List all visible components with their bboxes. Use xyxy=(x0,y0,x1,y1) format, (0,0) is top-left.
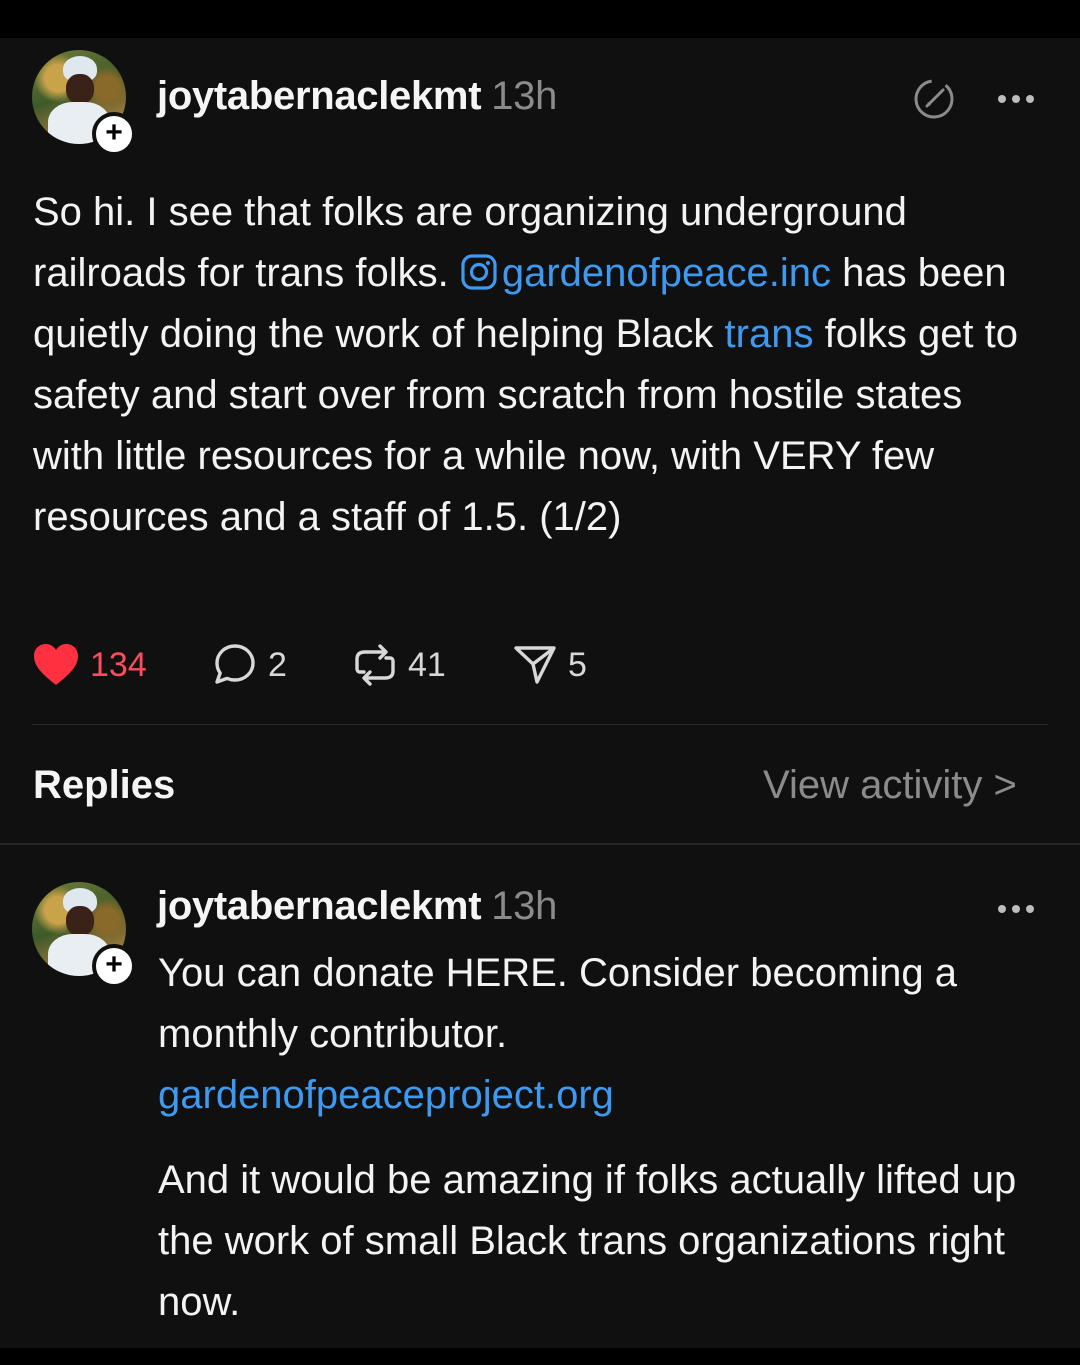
follow-plus-icon[interactable]: + xyxy=(92,944,136,988)
replies-heading: Replies xyxy=(33,763,176,807)
reply-paragraph-2: And it would be amazing if folks actuall… xyxy=(158,1158,1017,1324)
bottom-bar xyxy=(0,1348,1080,1365)
comment-count: 2 xyxy=(268,645,287,684)
tag-link-trans[interactable]: trans xyxy=(725,312,814,356)
reply-paragraph-1: You can donate HERE. Consider becoming a… xyxy=(158,943,1058,1126)
reply-more-icon[interactable] xyxy=(998,905,1034,913)
follow-plus-icon[interactable]: + xyxy=(92,112,136,156)
share-count: 5 xyxy=(568,645,587,684)
repost-button[interactable]: 41 xyxy=(352,640,446,690)
reply-time: 13h xyxy=(491,884,558,928)
post-username[interactable]: joytabernaclekmt xyxy=(157,74,482,118)
instagram-icon xyxy=(461,254,497,290)
mention-text: gardenofpeace.inc xyxy=(501,251,831,295)
share-button[interactable]: 5 xyxy=(512,640,587,690)
reply-avatar[interactable]: + xyxy=(32,882,136,988)
post-header: joytabernaclekmt 13h xyxy=(157,74,557,119)
reply-username[interactable]: joytabernaclekmt xyxy=(157,884,482,928)
edit-icon[interactable] xyxy=(912,77,956,121)
reply-body: You can donate HERE. Consider becoming a… xyxy=(158,943,1058,1333)
post-body: So hi. I see that folks are organizing u… xyxy=(33,182,1043,548)
chevron-right-icon: > xyxy=(993,763,1017,807)
view-activity-label: View activity xyxy=(763,763,983,807)
section-divider xyxy=(0,843,1080,845)
repost-icon xyxy=(355,644,395,686)
divider xyxy=(32,724,1048,725)
post-time: 13h xyxy=(491,74,558,118)
mention-link[interactable]: gardenofpeace.inc xyxy=(460,251,831,295)
view-activity-link[interactable]: View activity > xyxy=(763,763,1017,808)
reply-header: joytabernaclekmt 13h xyxy=(157,884,557,929)
like-button[interactable]: 134 xyxy=(32,640,147,690)
post-avatar[interactable]: + xyxy=(32,50,136,156)
repost-count: 41 xyxy=(408,645,446,684)
comment-button[interactable]: 2 xyxy=(212,640,287,690)
post-more-icon[interactable] xyxy=(998,95,1034,103)
donate-link[interactable]: gardenofpeaceproject.org xyxy=(158,1073,614,1117)
top-bar xyxy=(0,0,1080,38)
share-icon xyxy=(514,646,556,684)
reply-text-part1: You can donate HERE. Consider becoming a… xyxy=(158,951,958,1056)
heart-icon xyxy=(34,644,78,685)
like-count: 134 xyxy=(90,645,147,684)
comment-icon xyxy=(215,644,255,684)
